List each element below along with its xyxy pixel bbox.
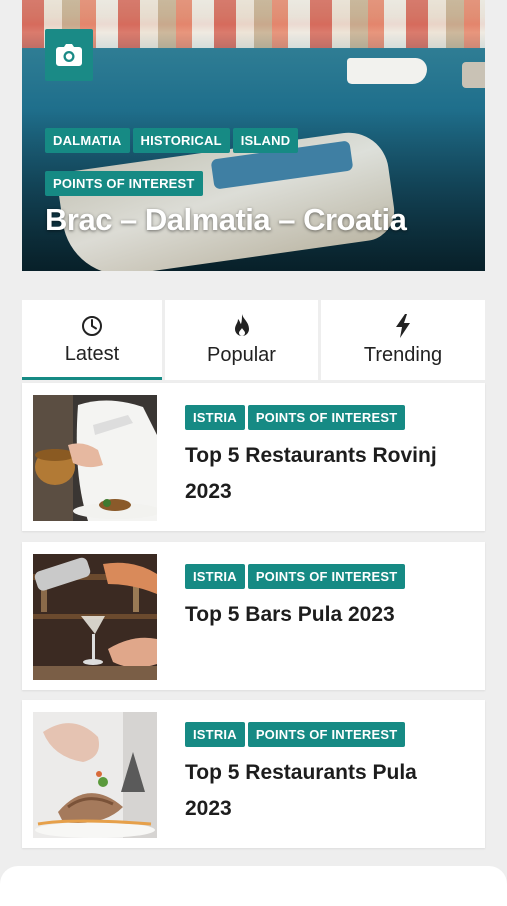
tag-points-of-interest[interactable]: POINTS OF INTEREST xyxy=(247,722,406,747)
article-tags: ISTRIA POINTS OF INTEREST xyxy=(185,722,408,747)
article-title[interactable]: Top 5 Bars Pula 2023 xyxy=(185,597,475,633)
tab-label: Latest xyxy=(64,342,120,365)
article-thumbnail-chef[interactable] xyxy=(33,395,157,521)
tag-dalmatia[interactable]: DALMATIA xyxy=(45,128,130,153)
article-title-line: Top 5 Bars Pula 2023 xyxy=(185,603,395,626)
hero-title[interactable]: Brac – Dalmatia – Croatia xyxy=(45,202,407,238)
flame-icon xyxy=(234,313,249,336)
camera-icon xyxy=(56,44,82,66)
article-filter-tabs: Latest Popular Trending xyxy=(22,300,485,380)
hero-tag-row-2: POINTS OF INTEREST xyxy=(45,171,206,196)
article-tags: ISTRIA POINTS OF INTEREST xyxy=(185,564,408,589)
tab-label: Popular xyxy=(207,343,276,366)
article-title[interactable]: Top 5 Restaurants Pula 2023 xyxy=(185,755,475,827)
article-title[interactable]: Top 5 Restaurants Rovinj 2023 xyxy=(185,438,475,510)
hero-image-boat xyxy=(347,58,427,84)
article-title-line: 2023 xyxy=(185,480,232,503)
camera-button[interactable] xyxy=(45,29,93,81)
tag-istria[interactable]: ISTRIA xyxy=(185,722,245,747)
tag-istria[interactable]: ISTRIA xyxy=(185,564,245,589)
tab-label: Trending xyxy=(363,343,443,366)
clock-icon xyxy=(82,315,102,336)
tag-historical[interactable]: HISTORICAL xyxy=(132,128,230,153)
hero-tag-row: DALMATIA HISTORICAL ISLAND xyxy=(45,128,301,153)
tag-points-of-interest[interactable]: POINTS OF INTEREST xyxy=(247,405,406,430)
tag-points-of-interest[interactable]: POINTS OF INTEREST xyxy=(45,171,203,196)
article-title-line: Top 5 Restaurants Pula xyxy=(185,761,417,784)
article-thumbnail-plated-dish[interactable] xyxy=(33,712,157,838)
tab-popular[interactable]: Popular xyxy=(165,300,318,380)
article-tags: ISTRIA POINTS OF INTEREST xyxy=(185,405,408,430)
article-card[interactable]: ISTRIA POINTS OF INTEREST Top 5 Bars Pula… xyxy=(22,542,485,690)
bottom-sheet[interactable] xyxy=(0,866,507,906)
tag-island[interactable]: ISLAND xyxy=(232,128,299,153)
tag-istria[interactable]: ISTRIA xyxy=(185,405,245,430)
tab-latest[interactable]: Latest xyxy=(22,300,162,380)
tab-trending[interactable]: Trending xyxy=(321,300,485,380)
article-title-line: 2023 xyxy=(185,797,232,820)
article-title-line: Top 5 Restaurants Rovinj xyxy=(185,444,437,467)
article-card[interactable]: ISTRIA POINTS OF INTEREST Top 5 Restauran… xyxy=(22,383,485,531)
article-thumbnail-cocktail[interactable] xyxy=(33,554,157,680)
bolt-icon xyxy=(396,313,410,338)
hero-image-boat xyxy=(462,62,485,88)
article-card[interactable]: ISTRIA POINTS OF INTEREST Top 5 Restauran… xyxy=(22,700,485,848)
tag-points-of-interest[interactable]: POINTS OF INTEREST xyxy=(247,564,406,589)
